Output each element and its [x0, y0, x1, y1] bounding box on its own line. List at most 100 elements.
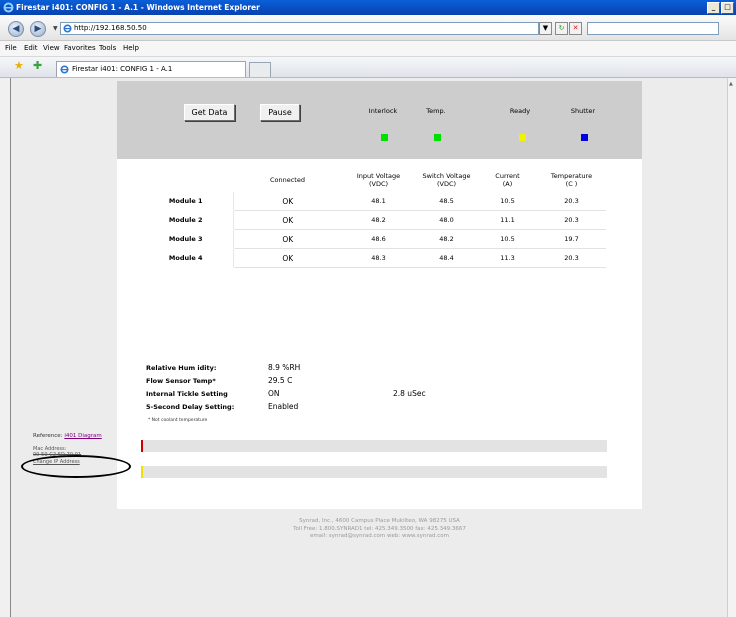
- window-title: Firestar i401: CONFIG 1 - A.1 - Windows …: [16, 3, 260, 12]
- flow-sensor-value: 29.5 C: [268, 376, 293, 385]
- history-dropdown-icon[interactable]: ▼: [53, 25, 58, 32]
- shutter-indicator: [581, 134, 588, 141]
- module-input-voltage: 48.2: [342, 210, 415, 230]
- address-bar: ◀ ▶ ▼ http://192.168.50.50 ▼ ↻ ✕: [0, 15, 736, 41]
- menu-view[interactable]: View: [43, 41, 60, 56]
- control-panel-header: Get Data Pause Interlock Temp. Ready Shu…: [117, 81, 642, 159]
- col-current-unit: (A): [502, 180, 513, 188]
- ready-indicator: [519, 134, 526, 141]
- tab-current[interactable]: Firestar i401: CONFIG 1 - A.1: [56, 61, 246, 77]
- left-frame-edge: [0, 78, 11, 617]
- footer-phone: Toll Free: 1.800.SYNRAD1 tel: 425.349.35…: [293, 525, 466, 532]
- tickle-label: Internal Tickle Setting: [146, 390, 228, 398]
- yellow-strip-marker: [141, 466, 143, 478]
- table-row: Module 3 OK 48.6 48.2 10.5 19.7: [139, 229, 606, 249]
- tab-label: Firestar i401: CONFIG 1 - A.1: [72, 65, 173, 73]
- company-footer: Synrad, Inc., 4600 Campus Place Mukilteo…: [117, 518, 642, 541]
- ie-logo-icon: [3, 2, 14, 13]
- vertical-scrollbar[interactable]: ▲: [727, 78, 736, 617]
- col-switch-voltage: Switch Voltage (VDC): [415, 168, 478, 192]
- humidity-label: Relative Hum idity:: [146, 364, 217, 372]
- col-temperature-label: Temperature: [550, 172, 593, 180]
- menu-tools[interactable]: Tools: [99, 41, 116, 56]
- footer-contact: email: synrad@synrad.com web: www.synrad…: [310, 533, 449, 539]
- add-favorite-icon[interactable]: ✚: [33, 60, 42, 72]
- module-input-voltage: 48.3: [342, 248, 415, 268]
- col-input-voltage-unit: (VDC): [368, 180, 389, 188]
- module-temperature: 20.3: [537, 210, 606, 230]
- new-tab-button[interactable]: [249, 62, 271, 77]
- module-current: 11.3: [478, 248, 537, 268]
- annotation-ellipse: [21, 455, 131, 478]
- module-connected: OK: [232, 248, 342, 268]
- menu-help[interactable]: Help: [123, 41, 139, 56]
- module-name: Module 1: [139, 192, 233, 211]
- favorites-star-icon[interactable]: ★: [14, 60, 24, 72]
- url-text: http://192.168.50.50: [74, 24, 147, 32]
- col-connected: Connected: [269, 176, 305, 184]
- humidity-value: 8.9 %RH: [268, 363, 301, 372]
- minimize-button[interactable]: _: [707, 2, 720, 14]
- menu-favorites[interactable]: Favorites: [64, 41, 96, 56]
- col-switch-voltage-unit: (VDC): [436, 180, 457, 188]
- red-strip-marker: [141, 440, 143, 452]
- back-button[interactable]: ◀: [8, 21, 24, 37]
- module-connected: OK: [232, 229, 342, 249]
- table-corner: [139, 168, 233, 192]
- ready-label: Ready: [509, 107, 531, 115]
- interlock-label: Interlock: [368, 107, 398, 115]
- stop-icon[interactable]: ✕: [569, 22, 582, 35]
- get-data-button[interactable]: Get Data: [184, 104, 235, 121]
- page-viewport: Get Data Pause Interlock Temp. Ready Shu…: [11, 78, 727, 617]
- footer-address: Synrad, Inc., 4600 Campus Place Mukilteo…: [299, 518, 460, 524]
- module-connected: OK: [232, 192, 342, 211]
- menu-file[interactable]: File: [5, 41, 17, 56]
- pause-button[interactable]: Pause: [260, 104, 300, 121]
- module-current: 11.1: [478, 210, 537, 230]
- maximize-button[interactable]: □: [721, 2, 734, 14]
- delay-value: Enabled: [268, 402, 299, 411]
- table-row: Module 2 OK 48.2 48.0 11.1 20.3: [139, 210, 606, 230]
- module-table: Connected Input Voltage (VDC) Switch Vol…: [139, 168, 606, 268]
- red-status-strip: [141, 440, 607, 452]
- module-name: Module 2: [139, 210, 233, 230]
- reference-prefix: Reference:: [33, 433, 63, 439]
- col-temperature-unit: (C ): [565, 180, 578, 188]
- col-switch-voltage-label: Switch Voltage: [422, 172, 471, 180]
- search-input[interactable]: [587, 22, 719, 35]
- tickle-extra: 2.8 uSec: [393, 389, 426, 398]
- tickle-value: ON: [268, 389, 280, 398]
- forward-button[interactable]: ▶: [30, 21, 46, 37]
- address-dropdown-icon[interactable]: ▼: [539, 22, 552, 35]
- refresh-icon[interactable]: ↻: [555, 22, 568, 35]
- status-card: Connected Input Voltage (VDC) Switch Vol…: [117, 159, 642, 509]
- module-switch-voltage: 48.0: [415, 210, 478, 230]
- col-input-voltage-label: Input Voltage: [356, 172, 401, 180]
- url-input[interactable]: http://192.168.50.50: [60, 22, 539, 35]
- favorites-bar: ★ ✚ Firestar i401: CONFIG 1 - A.1: [0, 57, 736, 78]
- col-input-voltage: Input Voltage (VDC): [342, 168, 415, 192]
- module-switch-voltage: 48.4: [415, 248, 478, 268]
- module-input-voltage: 48.6: [342, 229, 415, 249]
- module-current: 10.5: [478, 229, 537, 249]
- title-bar: Firestar i401: CONFIG 1 - A.1 - Windows …: [0, 0, 736, 15]
- table-row: Module 4 OK 48.3 48.4 11.3 20.3: [139, 248, 606, 268]
- module-connected: OK: [232, 210, 342, 230]
- flow-sensor-label: Flow Sensor Temp*: [146, 377, 216, 385]
- temp-indicator: [434, 134, 441, 141]
- module-current: 10.5: [478, 192, 537, 211]
- module-switch-voltage: 48.2: [415, 229, 478, 249]
- diagram-link[interactable]: i401 Diagram: [64, 433, 101, 439]
- col-current: Current (A): [478, 168, 537, 192]
- module-switch-voltage: 48.5: [415, 192, 478, 211]
- module-input-voltage: 48.1: [342, 192, 415, 211]
- scroll-up-icon[interactable]: ▲: [729, 81, 733, 87]
- reference-line: Reference: i401 Diagram: [33, 433, 102, 439]
- module-temperature: 20.3: [537, 192, 606, 211]
- menu-edit[interactable]: Edit: [24, 41, 38, 56]
- shutter-label: Shutter: [570, 107, 596, 115]
- tab-page-icon: [60, 65, 69, 74]
- delay-label: 5-Second Delay Setting:: [146, 403, 235, 411]
- interlock-indicator: [381, 134, 388, 141]
- module-name: Module 4: [139, 248, 233, 268]
